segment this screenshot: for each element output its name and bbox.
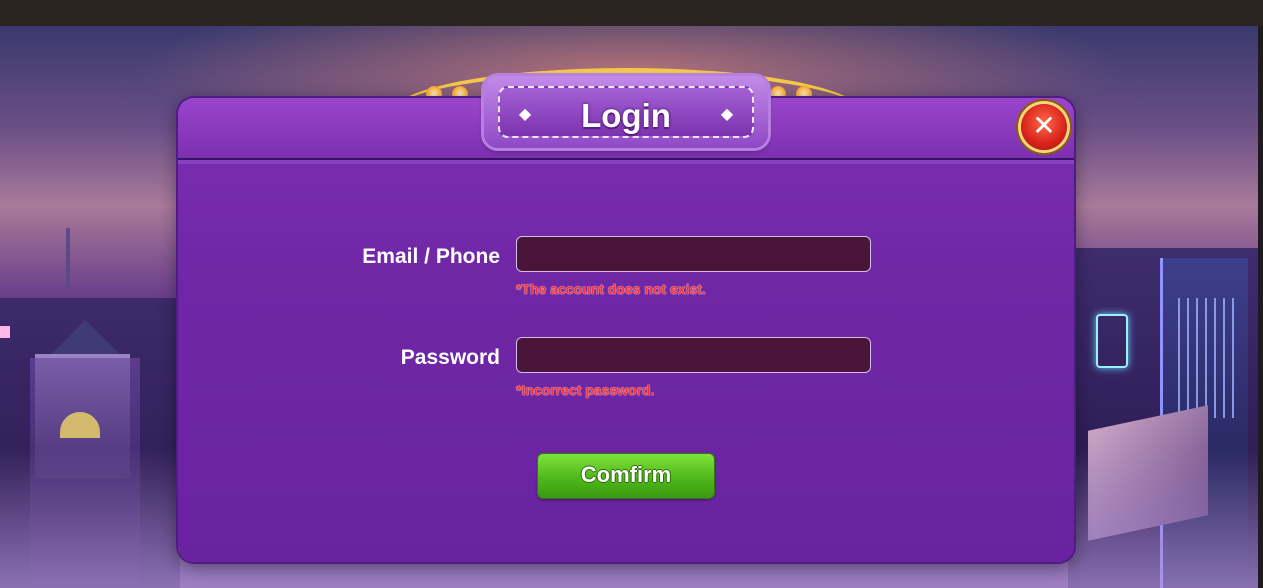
- title-plate-inner: ◆ ◆ Login: [498, 86, 754, 138]
- confirm-button-label: Comfirm: [580, 462, 672, 487]
- password-label: Password: [400, 346, 500, 369]
- spire: [66, 228, 70, 288]
- neon-stripes: [1178, 298, 1238, 418]
- close-icon: ✕: [1032, 109, 1056, 142]
- confirm-button[interactable]: Comfirm: [538, 454, 714, 498]
- right-edge: [1258, 26, 1263, 588]
- email-error-message: *The account does not exist.: [516, 281, 706, 297]
- email-phone-label: Email / Phone: [362, 245, 500, 268]
- title-plate: ◆ ◆ Login: [484, 76, 768, 148]
- password-input[interactable]: [516, 337, 871, 373]
- top-bar: [0, 0, 1263, 26]
- password-error-message: *Incorrect password.: [516, 382, 655, 398]
- neon-sign: [1096, 314, 1128, 368]
- dialog-title: Login: [581, 97, 671, 134]
- close-button[interactable]: ✕: [1021, 104, 1067, 150]
- neon-light: [0, 326, 10, 338]
- email-phone-input[interactable]: [516, 236, 871, 272]
